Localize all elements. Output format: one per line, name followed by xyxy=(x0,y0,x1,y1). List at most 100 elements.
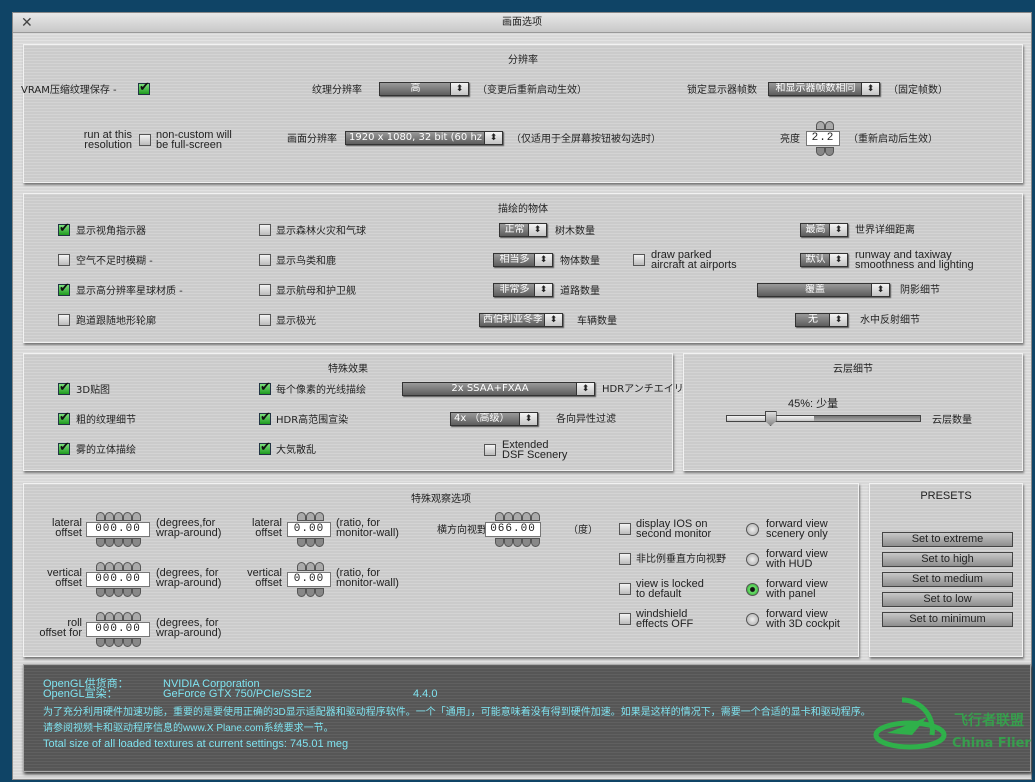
offset-input[interactable]: 000.00 xyxy=(86,522,150,537)
view-mode-radio[interactable] xyxy=(746,613,759,626)
up-arrow-icon[interactable] xyxy=(96,612,105,621)
stepper-up-arrows[interactable] xyxy=(297,562,324,571)
vram-checkbox[interactable] xyxy=(138,80,150,95)
down-arrow-icon[interactable] xyxy=(132,588,141,597)
down-arrow-icon[interactable] xyxy=(105,538,114,547)
up-arrow-icon[interactable] xyxy=(132,562,141,571)
object-checkbox[interactable] xyxy=(58,314,70,326)
stepper-down-arrows[interactable] xyxy=(297,588,324,597)
effect-checkbox[interactable] xyxy=(259,440,271,455)
offset-input[interactable]: 0.00 xyxy=(287,572,331,587)
up-arrow-icon[interactable] xyxy=(114,612,123,621)
stepper-up-arrows[interactable] xyxy=(96,562,141,571)
down-arrow-icon[interactable] xyxy=(114,638,123,647)
down-arrow-icon[interactable] xyxy=(96,638,105,647)
down-arrow-icon[interactable] xyxy=(123,538,132,547)
up-arrow-icon[interactable] xyxy=(306,512,315,521)
down-arrow-icon[interactable] xyxy=(105,638,114,647)
up-arrow-icon[interactable] xyxy=(315,562,324,571)
up-arrow-icon[interactable] xyxy=(123,562,132,571)
fov-up-arrows[interactable] xyxy=(495,512,540,521)
fov-down-arrows[interactable] xyxy=(495,538,540,547)
preset-button[interactable]: Set to low xyxy=(882,592,1013,607)
brightness-up-arrows[interactable] xyxy=(816,121,834,130)
up-arrow-icon[interactable] xyxy=(495,512,504,521)
stepper-down-arrows[interactable] xyxy=(297,538,324,547)
down-arrow-icon[interactable] xyxy=(114,588,123,597)
down-arrow-icon[interactable] xyxy=(105,588,114,597)
up-arrow-icon[interactable] xyxy=(816,121,825,130)
up-arrow-icon[interactable] xyxy=(306,562,315,571)
up-arrow-icon[interactable] xyxy=(513,512,522,521)
object-density-select[interactable]: 正常 ⬍ xyxy=(499,223,547,237)
water-select[interactable]: 无 ⬍ xyxy=(795,313,848,327)
down-arrow-icon[interactable] xyxy=(816,147,825,156)
down-arrow-icon[interactable] xyxy=(315,538,324,547)
offset-input[interactable]: 000.00 xyxy=(86,572,150,587)
preset-button[interactable]: Set to high xyxy=(882,552,1013,567)
stepper-down-arrows[interactable] xyxy=(96,638,141,647)
up-arrow-icon[interactable] xyxy=(105,512,114,521)
down-arrow-icon[interactable] xyxy=(531,538,540,547)
down-arrow-icon[interactable] xyxy=(114,538,123,547)
view-mode-radio[interactable] xyxy=(746,523,759,536)
up-arrow-icon[interactable] xyxy=(114,512,123,521)
aniso-select[interactable]: 4x （高级） ⬍ xyxy=(450,412,538,426)
view-option-checkbox[interactable] xyxy=(619,583,631,595)
down-arrow-icon[interactable] xyxy=(513,538,522,547)
down-arrow-icon[interactable] xyxy=(123,638,132,647)
down-arrow-icon[interactable] xyxy=(495,538,504,547)
object-density-select[interactable]: 西伯利亚冬季 ⬍ xyxy=(479,313,563,327)
up-arrow-icon[interactable] xyxy=(297,512,306,521)
up-arrow-icon[interactable] xyxy=(114,562,123,571)
brightness-down-arrows[interactable] xyxy=(816,147,834,156)
stepper-up-arrows[interactable] xyxy=(96,612,141,621)
stepper-up-arrows[interactable] xyxy=(96,512,141,521)
runway-select[interactable]: 默认 ⬍ xyxy=(800,253,848,267)
lock-fps-select[interactable]: 和显示器帧数相同 ⬍ xyxy=(768,82,880,96)
object-checkbox[interactable] xyxy=(58,254,70,266)
view-option-checkbox[interactable] xyxy=(619,613,631,625)
preset-button[interactable]: Set to minimum xyxy=(882,612,1013,627)
up-arrow-icon[interactable] xyxy=(132,512,141,521)
screen-res-select[interactable]: 1920 x 1080, 32 bit (60 hz) ⬍ xyxy=(345,131,503,145)
view-mode-radio[interactable] xyxy=(746,583,759,596)
effect-checkbox[interactable] xyxy=(259,380,271,395)
stepper-down-arrows[interactable] xyxy=(96,538,141,547)
up-arrow-icon[interactable] xyxy=(123,512,132,521)
effect-checkbox[interactable] xyxy=(58,440,70,455)
up-arrow-icon[interactable] xyxy=(297,562,306,571)
object-density-select[interactable]: 非常多 ⬍ xyxy=(493,283,553,297)
stepper-up-arrows[interactable] xyxy=(297,512,324,521)
view-option-checkbox[interactable] xyxy=(619,553,631,565)
down-arrow-icon[interactable] xyxy=(123,588,132,597)
up-arrow-icon[interactable] xyxy=(96,512,105,521)
preset-button[interactable]: Set to extreme xyxy=(882,532,1013,547)
up-arrow-icon[interactable] xyxy=(96,562,105,571)
up-arrow-icon[interactable] xyxy=(123,612,132,621)
down-arrow-icon[interactable] xyxy=(825,147,834,156)
object-checkbox[interactable] xyxy=(259,284,271,296)
down-arrow-icon[interactable] xyxy=(306,588,315,597)
close-icon[interactable]: ✕ xyxy=(21,15,33,31)
up-arrow-icon[interactable] xyxy=(315,512,324,521)
down-arrow-icon[interactable] xyxy=(96,588,105,597)
up-arrow-icon[interactable] xyxy=(105,562,114,571)
cloud-slider-thumb[interactable] xyxy=(764,411,777,426)
up-arrow-icon[interactable] xyxy=(825,121,834,130)
stepper-down-arrows[interactable] xyxy=(96,588,141,597)
texture-res-select[interactable]: 高 ⬍ xyxy=(379,82,469,96)
fov-input[interactable]: 066.00 xyxy=(485,522,541,537)
brightness-input[interactable]: 2.2 xyxy=(806,131,840,146)
up-arrow-icon[interactable] xyxy=(105,612,114,621)
cloud-slider-track[interactable] xyxy=(726,415,921,422)
offset-input[interactable]: 0.00 xyxy=(287,522,331,537)
preset-button[interactable]: Set to medium xyxy=(882,572,1013,587)
effect-checkbox[interactable] xyxy=(259,410,271,425)
effect-checkbox[interactable] xyxy=(58,410,70,425)
object-checkbox[interactable] xyxy=(259,224,271,236)
offset-input[interactable]: 000.00 xyxy=(86,622,150,637)
object-density-select[interactable]: 相当多 ⬍ xyxy=(493,253,553,267)
up-arrow-icon[interactable] xyxy=(531,512,540,521)
down-arrow-icon[interactable] xyxy=(297,538,306,547)
